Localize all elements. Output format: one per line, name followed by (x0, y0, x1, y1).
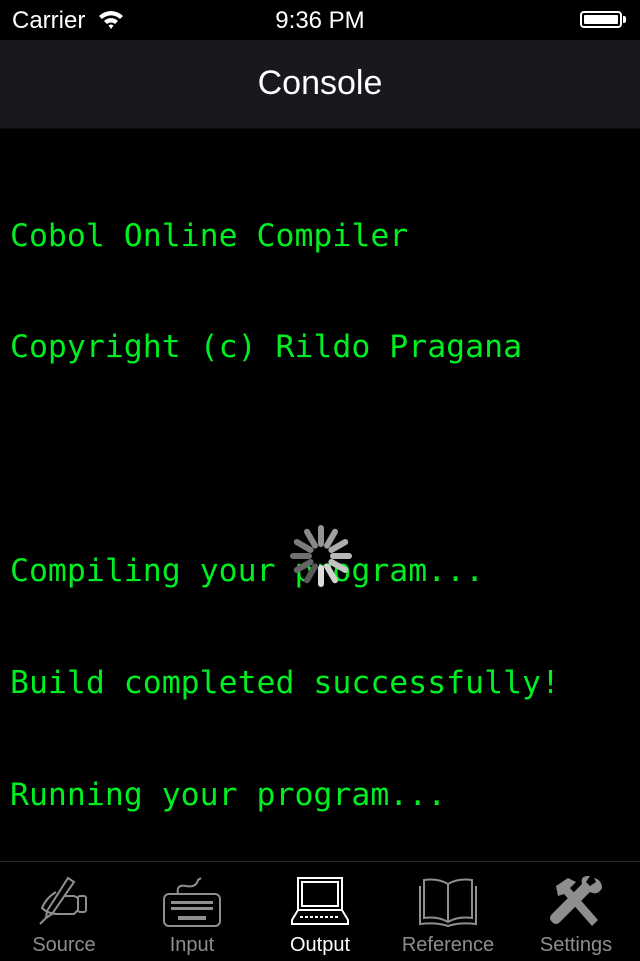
page-title: Console (257, 64, 383, 102)
tools-icon (546, 874, 606, 928)
status-bar: Carrier 9:36 PM (0, 0, 640, 40)
spinner-icon (286, 521, 356, 591)
spinner-spoke (328, 539, 349, 553)
tab-label: Source (32, 934, 96, 956)
console-output: Cobol Online Compiler Copyright (c) Rild… (10, 143, 630, 852)
tab-label: Reference (401, 934, 495, 956)
tab-source[interactable]: Source (0, 862, 128, 961)
tab-label: Output (289, 934, 351, 956)
tab-input[interactable]: Input (128, 862, 256, 961)
spinner-spoke (324, 528, 338, 549)
tab-reference[interactable]: Reference (384, 862, 512, 961)
tab-label: Settings (539, 934, 613, 956)
hand-writing-icon (34, 874, 94, 928)
spinner-spoke (304, 563, 318, 584)
tab-settings[interactable]: Settings (512, 862, 640, 961)
navigation-bar: Console (0, 40, 640, 129)
console-line: Running your program... (10, 777, 447, 814)
spinner-spoke (293, 539, 314, 553)
battery-icon (580, 11, 622, 28)
laptop-icon (290, 874, 350, 928)
spinner-spoke (304, 528, 318, 549)
spinner-spoke (328, 559, 349, 573)
console-line: Copyright (c) Rildo Pragana (10, 329, 523, 366)
tab-output[interactable]: Output (256, 862, 384, 961)
spinner-spoke (293, 559, 314, 573)
spinner-spoke (324, 563, 338, 584)
clock: 9:36 PM (275, 7, 365, 34)
battery-tip (623, 16, 626, 23)
book-icon (418, 874, 478, 928)
console-line: Build completed successfully! (10, 665, 560, 702)
keyboard-icon (162, 874, 222, 928)
tab-label: Input (169, 934, 215, 956)
tab-bar: Source Input Output Reference Settings (0, 861, 640, 961)
console-line: Cobol Online Compiler (10, 217, 409, 254)
